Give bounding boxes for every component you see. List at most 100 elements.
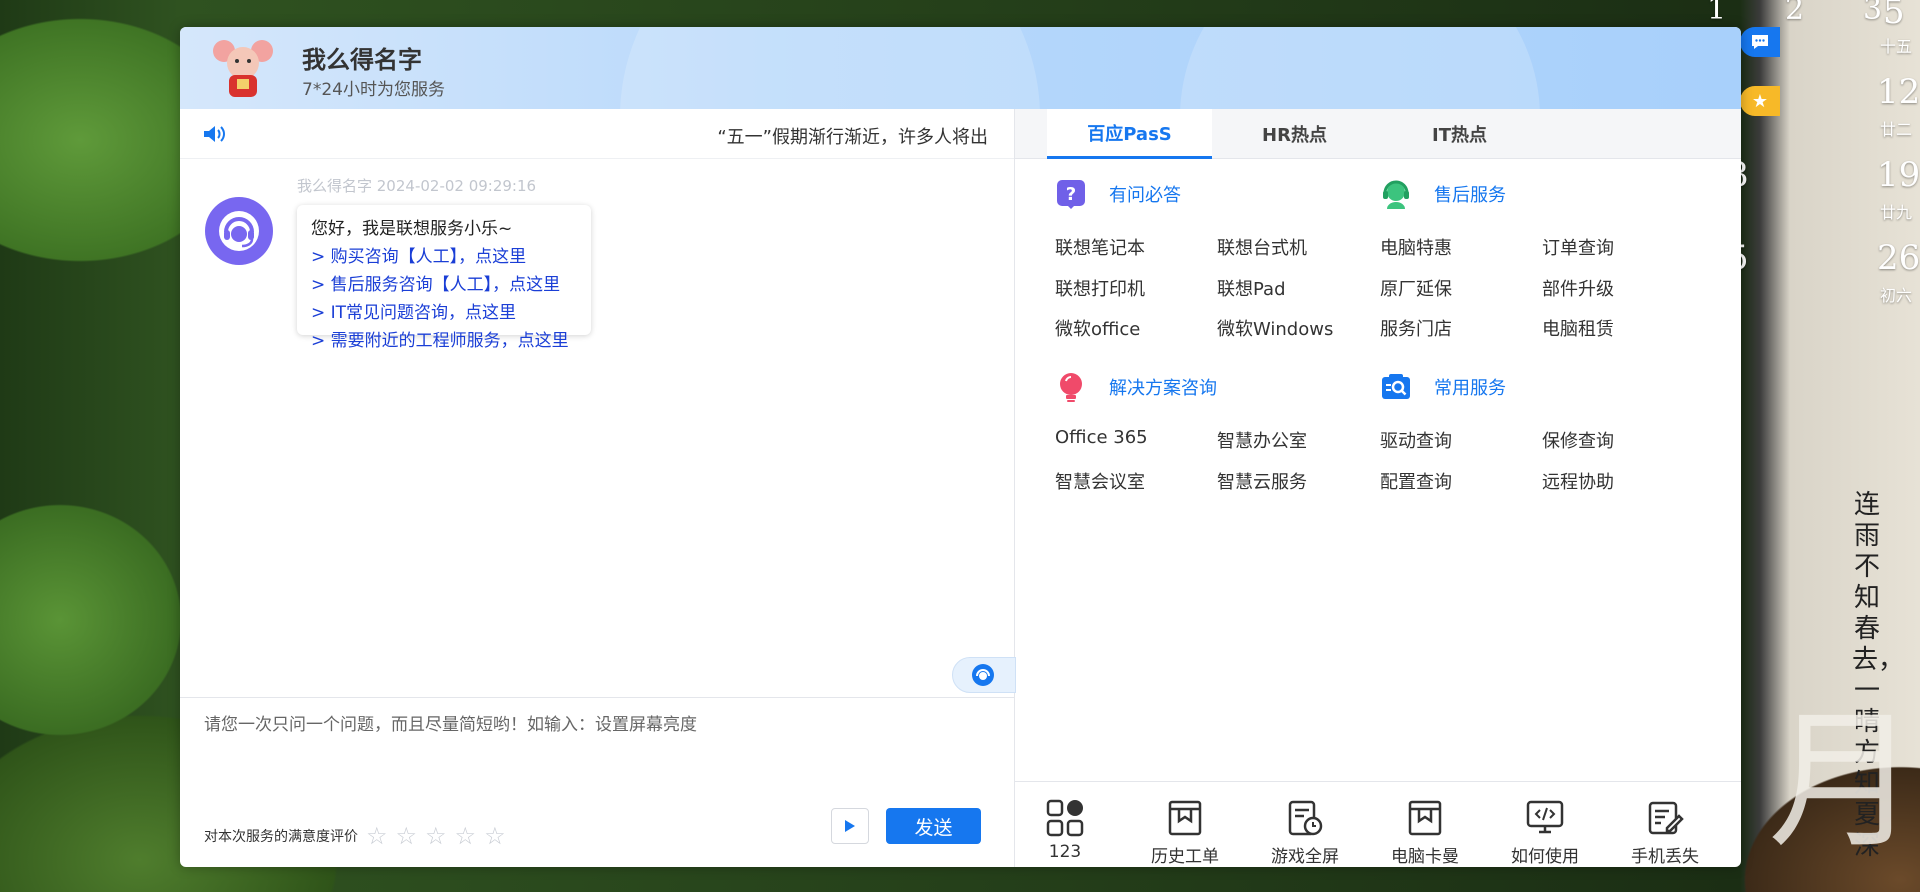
- common-service-item[interactable]: 配置查询: [1380, 468, 1452, 494]
- tab-bar: 百应PasS HR热点 IT热点: [1015, 109, 1741, 159]
- section-solutions-title: 解决方案咨询: [1109, 378, 1217, 399]
- after-sales-consult-link[interactable]: > 售后服务咨询【人工】，点这里: [311, 271, 577, 299]
- service-agent-icon: [1380, 178, 1412, 210]
- calendar-lunar: 十五: [1880, 37, 1913, 56]
- rating-label: 对本次服务的满意度评价: [204, 829, 358, 845]
- message-meta: 我么得名字 2024-02-02 09:29:16: [297, 177, 537, 195]
- mascot-avatar-icon: [213, 40, 273, 97]
- service-subtitle: 7*24小时为您服务: [302, 80, 445, 100]
- section-faq-title: 有问必答: [1109, 185, 1181, 206]
- calendar-day: 5: [1883, 0, 1905, 32]
- common-service-item[interactable]: 保修查询: [1542, 427, 1614, 453]
- customer-service-icon: [972, 664, 994, 686]
- toolbar-app-grid[interactable]: 123: [1010, 782, 1120, 867]
- service-title: 我么得名字: [302, 46, 422, 74]
- headset-agent-icon: [219, 211, 259, 251]
- svg-text:?: ?: [1066, 184, 1076, 205]
- tab-it-hot[interactable]: IT热点: [1377, 109, 1542, 159]
- faq-item[interactable]: 微软office: [1055, 315, 1140, 341]
- toolbar-label: 游戏全屏: [1271, 847, 1339, 867]
- purchase-consult-link[interactable]: > 购买咨询【人工】，点这里: [311, 243, 577, 271]
- notice-bar: “五一”假期渐行渐近，许多人将出: [180, 109, 1014, 159]
- app-grid-icon: [1046, 799, 1084, 837]
- calendar-day: 3: [1863, 0, 1883, 27]
- edit-note-icon: [1648, 801, 1684, 835]
- solutions-item[interactable]: 智慧办公室: [1217, 427, 1307, 453]
- section-after-sales-header[interactable]: 售后服务: [1380, 178, 1506, 210]
- toolbar-label: 历史工单: [1151, 847, 1219, 867]
- toolbar-phone-lost[interactable]: 手机丢失: [1610, 782, 1720, 867]
- star-icon[interactable]: ☆: [396, 824, 418, 848]
- tab-hr-hot[interactable]: HR热点: [1212, 109, 1377, 159]
- section-faq-header[interactable]: ? 有问必答: [1055, 178, 1181, 210]
- calendar-month-char: 月: [1768, 695, 1919, 869]
- star-icon[interactable]: ☆: [484, 824, 506, 848]
- toolbar-label: 手机丢失: [1631, 847, 1699, 867]
- solutions-item[interactable]: Office 365: [1055, 427, 1148, 448]
- toolbar-label: 123: [1048, 842, 1082, 862]
- satisfaction-rating: 对本次服务的满意度评价 ☆ ☆ ☆ ☆ ☆: [204, 824, 506, 848]
- after-sales-item[interactable]: 原厂延保: [1380, 275, 1452, 301]
- it-faq-link[interactable]: > IT常见问题咨询，点这里: [311, 299, 577, 327]
- bottom-toolbar: 123 历史工单 游戏全屏 电脑卡曼 如何使用 手机丢失: [1015, 781, 1741, 867]
- message-input[interactable]: 请您一次只问一个问题，而且尽量简短哟！如输入：设置屏幕亮度: [204, 710, 697, 735]
- chat-bubble-icon[interactable]: [1740, 27, 1780, 57]
- faq-item[interactable]: 微软Windows: [1217, 315, 1333, 341]
- calendar-lunar: 廿九: [1880, 203, 1913, 222]
- desktop-calendar-widget: 1 2 3 4 5 5 十五 12 廿二 19 廿九 26 初六 8 5 连雨不…: [1707, 0, 1920, 892]
- star-icon[interactable]: ☆: [455, 824, 477, 848]
- toolbar-history-tickets[interactable]: 历史工单: [1130, 782, 1240, 867]
- favorite-star-icon[interactable]: ★: [1740, 86, 1780, 116]
- document-clock-icon: [1288, 800, 1323, 836]
- common-service-item[interactable]: 远程协助: [1542, 468, 1614, 494]
- human-agent-button[interactable]: [952, 657, 1016, 693]
- after-sales-item[interactable]: 服务门店: [1380, 315, 1452, 341]
- faq-item[interactable]: 联想笔记本: [1055, 234, 1145, 260]
- chat-panel: “五一”假期渐行渐近，许多人将出 我么得名字 2024-02-02 09:29:…: [180, 109, 1016, 867]
- section-common-header[interactable]: 常用服务: [1380, 371, 1506, 403]
- star-icon[interactable]: ☆: [366, 824, 388, 848]
- solutions-item[interactable]: 智慧会议室: [1055, 468, 1145, 494]
- agent-avatar: [205, 197, 273, 265]
- calendar-lunar: 廿二: [1880, 120, 1913, 139]
- calendar-day: 19: [1877, 155, 1920, 195]
- play-button[interactable]: [831, 808, 869, 844]
- calendar-day: 12: [1877, 72, 1920, 112]
- play-icon: [845, 820, 855, 832]
- services-panel: 百应PasS HR热点 IT热点 ? 有问必答 联想笔记本 联想台式机 联想打印…: [1015, 109, 1741, 867]
- section-solutions-header[interactable]: 解决方案咨询: [1055, 371, 1217, 403]
- bookmark-book-icon: [1408, 800, 1442, 836]
- section-after-sales-title: 售后服务: [1434, 185, 1506, 206]
- speaker-icon[interactable]: [202, 123, 226, 145]
- send-button[interactable]: 发送: [886, 808, 981, 844]
- toolbar-pc-lag[interactable]: 电脑卡曼: [1370, 782, 1480, 867]
- toolbar-game-fullscreen[interactable]: 游戏全屏: [1250, 782, 1360, 867]
- calendar-day: 1: [1707, 0, 1727, 27]
- after-sales-item[interactable]: 电脑特惠: [1380, 234, 1452, 260]
- solutions-item[interactable]: 智慧云服务: [1217, 468, 1307, 494]
- message-bubble: 您好，我是联想服务小乐~ > 购买咨询【人工】，点这里 > 售后服务咨询【人工】…: [297, 205, 591, 351]
- id-card-search-icon: [1380, 371, 1412, 403]
- common-service-item[interactable]: 驱动查询: [1380, 427, 1452, 453]
- notice-text[interactable]: “五一”假期渐行渐近，许多人将出: [717, 123, 988, 149]
- after-sales-item[interactable]: 订单查询: [1542, 234, 1614, 260]
- after-sales-item[interactable]: 部件升级: [1542, 275, 1614, 301]
- monitor-code-icon: [1526, 800, 1564, 834]
- star-icon[interactable]: ☆: [425, 824, 447, 848]
- chat-window: 我么得名字 7*24小时为您服务 “五一”假期渐行渐近，许多人将出 我么得名字 …: [180, 27, 1741, 867]
- message-input-area[interactable]: 请您一次只问一个问题，而且尽量简短哟！如输入：设置屏幕亮度 对本次服务的满意度评…: [180, 697, 1014, 867]
- ticket-book-icon: [1168, 800, 1202, 836]
- toolbar-label: 如何使用: [1511, 847, 1579, 867]
- calendar-lunar: 初六: [1880, 286, 1913, 305]
- nearby-engineer-link[interactable]: > 需要附近的工程师服务，点这里: [311, 327, 577, 355]
- faq-item[interactable]: 联想Pad: [1217, 275, 1286, 301]
- rating-stars: ☆ ☆ ☆ ☆ ☆: [366, 824, 506, 848]
- calendar-day: 2: [1785, 0, 1805, 27]
- lightbulb-icon: [1055, 371, 1087, 403]
- window-header: 我么得名字 7*24小时为您服务: [180, 27, 1741, 109]
- faq-item[interactable]: 联想打印机: [1055, 275, 1145, 301]
- toolbar-how-to-use[interactable]: 如何使用: [1490, 782, 1600, 867]
- after-sales-item[interactable]: 电脑租赁: [1542, 315, 1614, 341]
- tab-baiying-pass[interactable]: 百应PasS: [1047, 109, 1212, 159]
- faq-item[interactable]: 联想台式机: [1217, 234, 1307, 260]
